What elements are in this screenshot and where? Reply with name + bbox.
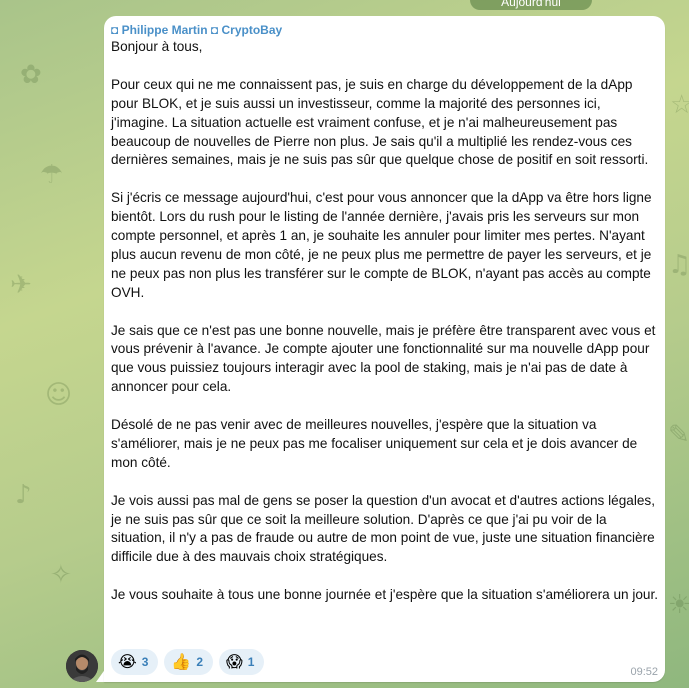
message-paragraph: Je vous souhaite à tous une bonne journé… xyxy=(111,587,659,603)
message-paragraph: Je sais que ce n'est pas une bonne nouve… xyxy=(111,322,656,395)
reaction-count: 3 xyxy=(141,655,149,669)
screaming-face-icon: 😱 xyxy=(226,652,243,671)
sender-avatar[interactable] xyxy=(66,650,98,682)
reactions-bar: 😭 3 👍 2 😱 1 xyxy=(111,649,265,675)
message-text: Bonjour à tous, Pour ceux qui ne me conn… xyxy=(111,38,661,605)
message-paragraph: Désolé de ne pas venir avec de meilleure… xyxy=(111,417,638,470)
date-chip: Aujourd'hui xyxy=(470,0,592,10)
reaction-screaming[interactable]: 😱 1 xyxy=(219,649,265,675)
sender-name[interactable]: ◘ Philippe Martin ◘ CryptoBay xyxy=(111,23,282,37)
message-bubble[interactable]: ◘ Philippe Martin ◘ CryptoBay Bonjour à … xyxy=(104,16,665,682)
reaction-thumbs-up[interactable]: 👍 2 xyxy=(164,649,213,675)
thumbs-up-icon: 👍 xyxy=(171,652,192,671)
message-paragraph: Bonjour à tous, xyxy=(111,39,203,54)
message-paragraph: Si j'écris ce message aujourd'hui, c'est… xyxy=(111,190,652,300)
reaction-count: 2 xyxy=(196,655,203,669)
reaction-crying[interactable]: 😭 3 xyxy=(111,649,159,675)
crying-face-icon: 😭 xyxy=(118,652,137,671)
reaction-count: 1 xyxy=(247,655,255,669)
message-paragraph: Je vois aussi pas mal de gens se poser l… xyxy=(111,492,655,565)
message-timestamp: 09:52 xyxy=(630,666,658,678)
message-paragraph: Pour ceux qui ne me connaissent pas, je … xyxy=(111,76,649,168)
